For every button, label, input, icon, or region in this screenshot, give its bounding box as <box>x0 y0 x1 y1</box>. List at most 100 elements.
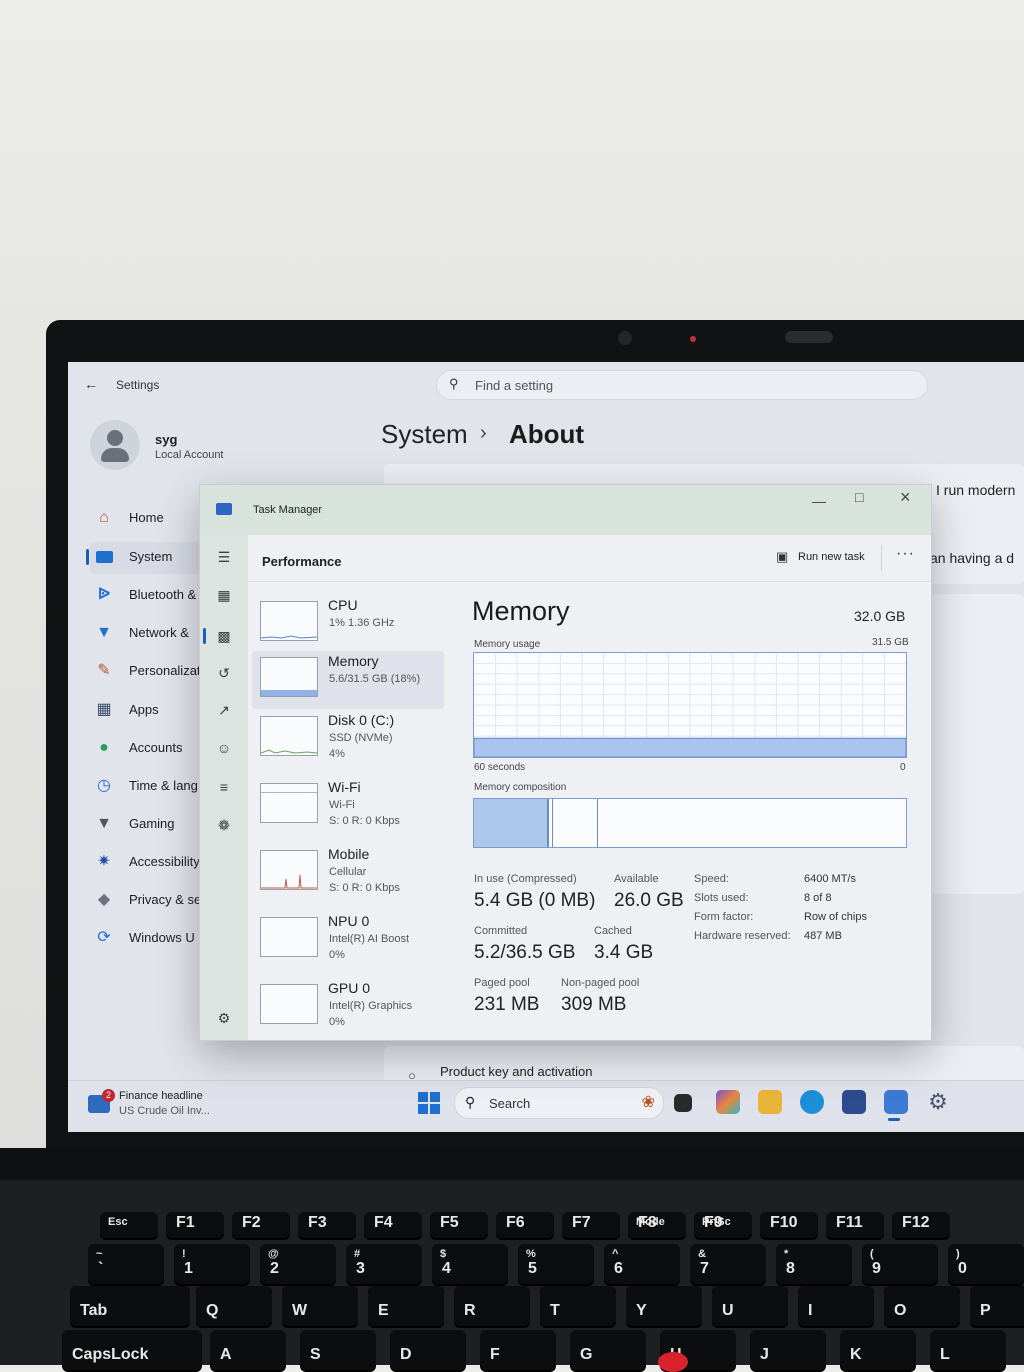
taskbar-search[interactable]: ⚲ Search ❀ <box>454 1087 664 1119</box>
composition-in-use <box>474 799 550 847</box>
available-label: Available <box>614 873 659 885</box>
device-item-memory[interactable]: Memory 5.6/31.5 GB (18%) <box>252 651 444 709</box>
sidebar-item-label: Windows U <box>129 930 195 945</box>
more-options-button[interactable]: ··· <box>896 545 915 563</box>
task-manager-taskbar-icon[interactable] <box>884 1090 908 1114</box>
task-view-icon[interactable] <box>674 1094 692 1112</box>
sidebar-item-label: Accounts <box>129 740 183 755</box>
edge-icon[interactable] <box>800 1090 824 1114</box>
device-name: CPU <box>328 597 358 613</box>
apps-icon: ▦ <box>96 701 112 718</box>
memory-sparkline <box>260 657 318 697</box>
hw-form-value: Row of chips <box>804 911 867 923</box>
performance-icon[interactable]: ▩ <box>214 626 234 646</box>
sidebar-item-label: Accessibility <box>129 854 200 869</box>
search-icon: ⚲ <box>449 376 459 391</box>
sidebar-item-label: Apps <box>129 702 159 717</box>
memory-total: 32.0 GB <box>854 608 906 624</box>
task-manager-title: Task Manager <box>253 504 323 516</box>
trackpoint[interactable] <box>658 1352 688 1372</box>
device-sub1: SSD (NVMe) <box>329 732 393 744</box>
side-text-1: I run modern <box>936 482 1016 498</box>
device-item-gpu[interactable]: GPU 0 Intel(R) Graphics 0% <box>252 978 444 1036</box>
device-item-wifi[interactable]: Wi-Fi Wi-Fi S: 0 R: 0 Kbps <box>252 777 444 835</box>
composition-standby <box>552 799 598 847</box>
settings-search-input[interactable]: ⚲ Find a setting <box>436 370 928 400</box>
sidebar-item-label: Privacy & se <box>129 892 202 907</box>
details-icon[interactable]: ≡ <box>214 777 234 797</box>
section-title: Performance <box>262 554 342 569</box>
rail-selected-indicator <box>203 628 206 644</box>
gpu-sparkline <box>260 984 318 1024</box>
store-icon[interactable] <box>842 1090 866 1114</box>
device-name: Disk 0 (C:) <box>328 712 395 728</box>
accessibility-icon: ✷ <box>97 853 111 870</box>
hamburger-menu-icon[interactable]: ☰ <box>214 547 234 567</box>
memory-usage-area <box>474 737 906 757</box>
startup-apps-icon[interactable]: ↗ <box>214 700 234 720</box>
breadcrumb-system[interactable]: System <box>381 419 468 450</box>
nonpaged-pool-value: 309 MB <box>561 994 627 1015</box>
services-icon[interactable]: ❁ <box>214 815 234 835</box>
hw-slots-value: 8 of 8 <box>804 892 832 904</box>
memory-usage-max: 31.5 GB <box>872 637 909 648</box>
wifi-sparkline <box>260 783 318 823</box>
paged-pool-label: Paged pool <box>474 977 530 989</box>
nonpaged-pool-label: Non-paged pool <box>561 977 640 989</box>
hw-form-label: Form factor: <box>694 911 754 923</box>
device-name: Mobile <box>328 846 370 862</box>
device-item-cpu[interactable]: CPU 1% 1.36 GHz <box>252 595 444 653</box>
product-key-link[interactable]: Product key and activation <box>440 1064 592 1079</box>
webcam <box>618 331 632 345</box>
minimize-button[interactable]: — <box>812 493 826 509</box>
memory-composition-label: Memory composition <box>474 782 567 793</box>
run-task-icon[interactable]: ▣ <box>776 549 788 565</box>
sidebar-item-label: Home <box>129 510 164 525</box>
users-icon[interactable]: ☺ <box>214 738 234 758</box>
maximize-button[interactable]: □ <box>855 489 863 505</box>
device-item-disk[interactable]: Disk 0 (C:) SSD (NVMe) 4% <box>252 710 444 768</box>
news-subtitle[interactable]: US Crude Oil Inv... <box>119 1105 210 1117</box>
brush-icon: ✎ <box>97 662 111 679</box>
cpu-sparkline <box>260 601 318 641</box>
settings-icon[interactable]: ⚙ <box>214 1008 234 1028</box>
cached-label: Cached <box>594 925 632 937</box>
hw-slots-label: Slots used: <box>694 892 749 904</box>
device-sub2: 0% <box>329 949 345 961</box>
memory-composition-bar <box>473 798 907 848</box>
wifi-icon: ▼ <box>96 624 112 641</box>
hinge <box>0 1148 1024 1180</box>
hw-reserved-value: 487 MB <box>804 930 842 942</box>
news-badge: 2 <box>102 1089 115 1102</box>
camera-led <box>690 336 696 342</box>
back-arrow-icon[interactable]: ← <box>84 376 98 392</box>
device-sub1: Wi-Fi <box>329 799 355 811</box>
avatar[interactable] <box>90 420 140 470</box>
sidebar-item-label: Time & lang <box>129 778 198 793</box>
sidebar-item-label: System <box>129 549 173 564</box>
settings-gear-icon[interactable]: ⚙ <box>926 1090 950 1114</box>
memory-usage-graph <box>473 652 907 758</box>
news-headline[interactable]: Finance headline <box>119 1090 203 1102</box>
device-sub1: Intel(R) AI Boost <box>329 933 410 945</box>
start-button[interactable] <box>418 1092 440 1114</box>
close-button[interactable]: × <box>900 487 911 508</box>
device-name: Memory <box>328 653 379 669</box>
device-name: Wi-Fi <box>328 779 361 795</box>
keyboard-deck <box>0 1150 1024 1365</box>
copilot-icon[interactable] <box>716 1090 740 1114</box>
device-name: NPU 0 <box>328 913 370 929</box>
sidebar-item-label: Personalizat <box>129 663 201 678</box>
device-item-mobile[interactable]: Mobile Cellular S: 0 R: 0 Kbps <box>252 844 444 902</box>
file-explorer-icon[interactable] <box>758 1090 782 1114</box>
processes-icon[interactable]: ▦ <box>214 585 234 605</box>
device-item-npu[interactable]: NPU 0 Intel(R) AI Boost 0% <box>252 911 444 969</box>
app-history-icon[interactable]: ↺ <box>214 663 234 683</box>
device-sub1: Intel(R) Graphics <box>329 1000 413 1012</box>
cached-value: 3.4 GB <box>594 942 654 963</box>
graph-time-right: 0 <box>900 762 906 773</box>
committed-value: 5.2/36.5 GB <box>474 942 576 963</box>
npu-sparkline <box>260 917 318 957</box>
run-new-task-button[interactable]: Run new task <box>798 551 865 563</box>
user-account-type: Local Account <box>155 449 224 461</box>
